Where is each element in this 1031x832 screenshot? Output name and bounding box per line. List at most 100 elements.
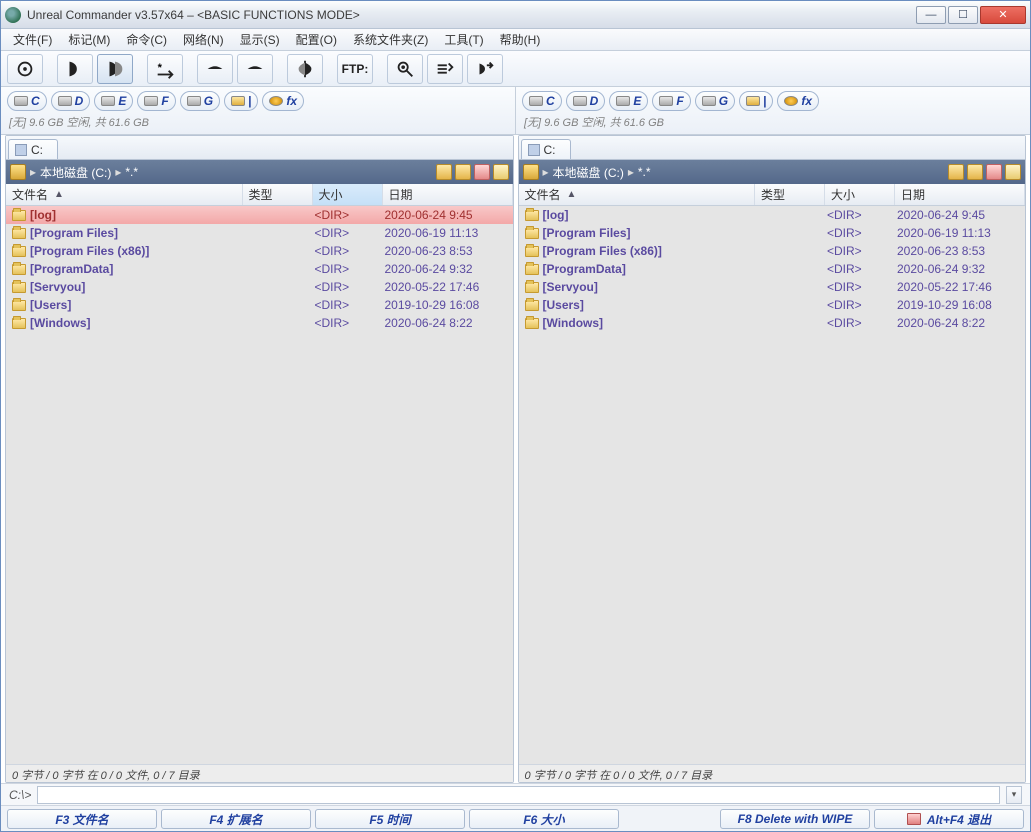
file-row[interactable]: [Servyou]<DIR>2020-05-22 17:46 — [6, 278, 513, 296]
drive-button-e[interactable]: E — [94, 91, 133, 111]
view-brief-button[interactable] — [57, 54, 93, 84]
header-name[interactable]: 文件名▲ — [6, 184, 243, 205]
panel-tab[interactable]: C: — [8, 139, 58, 159]
file-row[interactable]: [Program Files (x86)]<DIR>2020-06-23 8:5… — [519, 242, 1026, 260]
drive-icon — [529, 96, 543, 106]
file-row[interactable]: [Program Files]<DIR>2020-06-19 11:13 — [6, 224, 513, 242]
sync-button[interactable] — [467, 54, 503, 84]
history-button[interactable] — [1005, 164, 1021, 180]
history-button[interactable] — [493, 164, 509, 180]
path-segment[interactable]: 本地磁盘 (C:) — [40, 164, 111, 181]
cmdline-prompt: C:\> — [9, 788, 31, 802]
header-type[interactable]: 类型 — [243, 184, 313, 205]
file-list[interactable]: [log]<DIR>2020-06-24 9:45[Program Files]… — [6, 206, 513, 764]
filter-button[interactable]: * — [147, 54, 183, 84]
drive-icon — [231, 96, 245, 106]
close-button[interactable]: ✕ — [980, 6, 1026, 24]
header-size[interactable]: 大小 — [313, 184, 383, 205]
header-type[interactable]: 类型 — [755, 184, 825, 205]
header-date[interactable]: 日期 — [895, 184, 1025, 205]
file-row[interactable]: [Program Files (x86)]<DIR>2020-06-23 8:5… — [6, 242, 513, 260]
drive-button-fx[interactable]: fx — [777, 91, 819, 111]
compare-button[interactable] — [287, 54, 323, 84]
file-list[interactable]: [log]<DIR>2020-06-24 9:45[Program Files]… — [519, 206, 1026, 764]
file-row[interactable]: [Windows]<DIR>2020-06-24 8:22 — [6, 314, 513, 332]
menu-item[interactable]: 配置(O) — [288, 29, 345, 50]
menu-item[interactable]: 命令(C) — [118, 29, 175, 50]
up-button[interactable] — [455, 164, 471, 180]
maximize-button[interactable]: ☐ — [948, 6, 978, 24]
drive-button-|[interactable]: | — [224, 91, 258, 111]
drive-button-e[interactable]: E — [609, 91, 648, 111]
menu-item[interactable]: 文件(F) — [5, 29, 60, 50]
drive-button-d[interactable]: D — [51, 91, 91, 111]
drive-button-c[interactable]: C — [7, 91, 47, 111]
favorites-button[interactable] — [474, 164, 490, 180]
panel-tab[interactable]: C: — [521, 139, 571, 159]
folder-icon — [12, 282, 26, 293]
chevron-right-icon: ▸ — [115, 165, 121, 179]
cmdline-history-button[interactable]: ▾ — [1006, 786, 1022, 804]
header-size[interactable]: 大小 — [825, 184, 895, 205]
drive-label: C — [31, 94, 40, 108]
drive-button-g[interactable]: G — [695, 91, 735, 111]
file-row[interactable]: [Windows]<DIR>2020-06-24 8:22 — [519, 314, 1026, 332]
nav-forward-button[interactable] — [237, 54, 273, 84]
file-row[interactable]: [Program Files]<DIR>2020-06-19 11:13 — [519, 224, 1026, 242]
file-row[interactable]: [Servyou]<DIR>2020-05-22 17:46 — [519, 278, 1026, 296]
root-button[interactable] — [436, 164, 452, 180]
cmdline-input[interactable] — [37, 786, 1000, 804]
f8-button[interactable]: F8 Delete with WIPE — [720, 809, 870, 829]
nav-back-button[interactable] — [197, 54, 233, 84]
root-button[interactable] — [948, 164, 964, 180]
drive-button-c[interactable]: C — [522, 91, 562, 111]
file-row[interactable]: [log]<DIR>2020-06-24 9:45 — [6, 206, 513, 224]
file-row[interactable]: [Users]<DIR>2019-10-29 16:08 — [6, 296, 513, 314]
multirename-button[interactable] — [427, 54, 463, 84]
f4-button[interactable]: F4 扩展名 — [161, 809, 311, 829]
drive-button-g[interactable]: G — [180, 91, 220, 111]
file-row[interactable]: [log]<DIR>2020-06-24 9:45 — [519, 206, 1026, 224]
menu-item[interactable]: 显示(S) — [232, 29, 288, 50]
panel-left: C:▸本地磁盘 (C:)▸*.*文件名▲类型大小日期[log]<DIR>2020… — [5, 135, 514, 783]
drive-button-f[interactable]: F — [137, 91, 175, 111]
menu-item[interactable]: 系统文件夹(Z) — [345, 29, 436, 50]
path-bar[interactable]: ▸本地磁盘 (C:)▸*.* — [6, 160, 513, 184]
drive-button-f[interactable]: F — [652, 91, 690, 111]
path-segment[interactable]: 本地磁盘 (C:) — [553, 164, 624, 181]
favorites-button[interactable] — [986, 164, 1002, 180]
file-row[interactable]: [ProgramData]<DIR>2020-06-24 9:32 — [519, 260, 1026, 278]
minimize-button[interactable]: — — [916, 6, 946, 24]
view-full-button[interactable] — [97, 54, 133, 84]
header-name[interactable]: 文件名▲ — [519, 184, 756, 205]
titlebar[interactable]: Unreal Commander v3.57x64 – <BASIC FUNCT… — [1, 1, 1030, 29]
menu-item[interactable]: 工具(T) — [436, 29, 491, 50]
drive-button-|[interactable]: | — [739, 91, 773, 111]
drive-label: G — [204, 94, 213, 108]
path-bar[interactable]: ▸本地磁盘 (C:)▸*.* — [519, 160, 1026, 184]
folder-icon — [12, 318, 26, 329]
file-row[interactable]: [ProgramData]<DIR>2020-06-24 9:32 — [6, 260, 513, 278]
menu-item[interactable]: 网络(N) — [175, 29, 232, 50]
drive-label: C — [546, 94, 555, 108]
f3-button[interactable]: F3 文件名 — [7, 809, 157, 829]
drive-button-fx[interactable]: fx — [262, 91, 304, 111]
f5-button[interactable]: F5 时间 — [315, 809, 465, 829]
search-button[interactable] — [387, 54, 423, 84]
file-row[interactable]: [Users]<DIR>2019-10-29 16:08 — [519, 296, 1026, 314]
altf4-button[interactable]: Alt+F4 退出 — [874, 809, 1024, 829]
column-headers: 文件名▲类型大小日期 — [519, 184, 1026, 206]
f6-button[interactable]: F6 大小 — [469, 809, 619, 829]
file-date: <DIR> — [823, 298, 893, 312]
menu-item[interactable]: 标记(M) — [60, 29, 118, 50]
drive-icon — [746, 96, 760, 106]
menu-item[interactable]: 帮助(H) — [492, 29, 549, 50]
ftp-button[interactable]: FTP: — [337, 54, 373, 84]
header-date[interactable]: 日期 — [383, 184, 513, 205]
drive-label: fx — [801, 94, 812, 108]
panel-right: C:▸本地磁盘 (C:)▸*.*文件名▲类型大小日期[log]<DIR>2020… — [518, 135, 1027, 783]
up-button[interactable] — [967, 164, 983, 180]
refresh-button[interactable] — [7, 54, 43, 84]
folder-icon — [525, 300, 539, 311]
drive-button-d[interactable]: D — [566, 91, 606, 111]
